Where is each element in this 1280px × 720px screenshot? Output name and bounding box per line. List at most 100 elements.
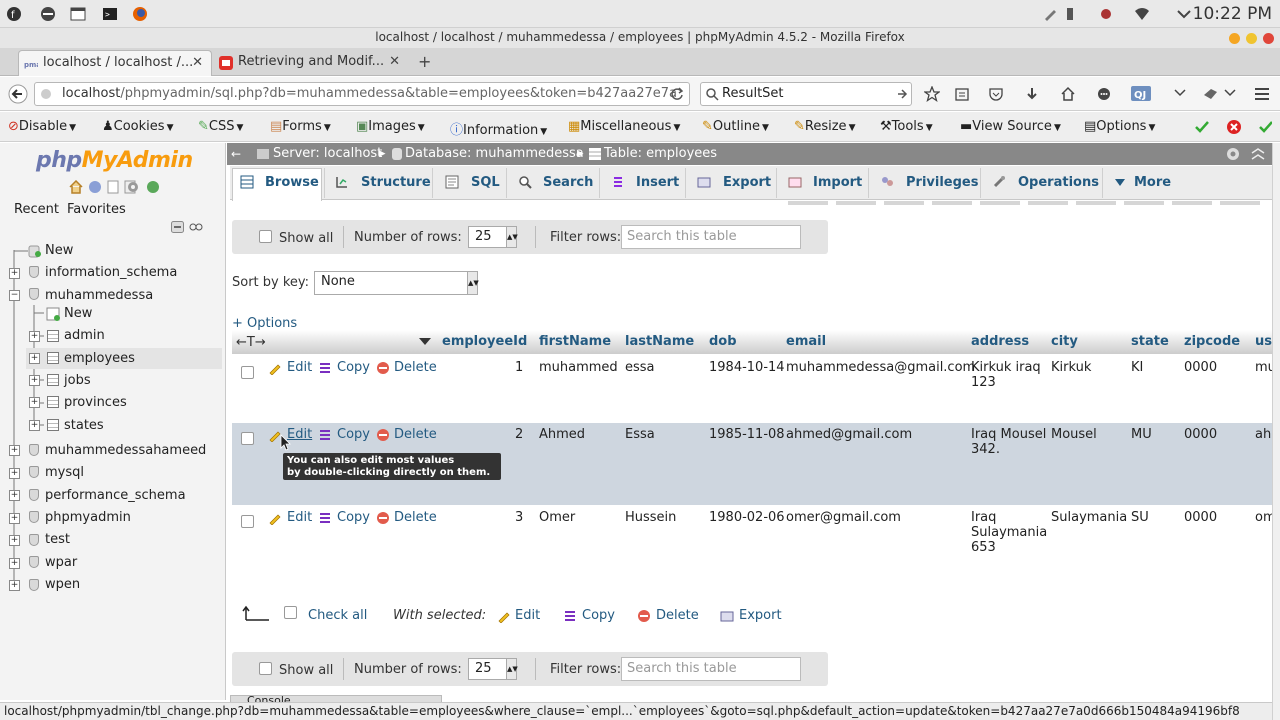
tree-table-jobs[interactable]: jobs — [64, 373, 91, 388]
chevron-down-icon[interactable] — [1176, 6, 1192, 22]
settings-gear-icon[interactable] — [1225, 146, 1241, 162]
breadcrumb-server[interactable]: Server: localhost — [273, 143, 382, 165]
collapse-all-icon[interactable] — [171, 221, 185, 233]
tab-more[interactable]: More — [1134, 175, 1171, 190]
tab-structure[interactable]: Structure — [361, 175, 431, 190]
maximize-button[interactable] — [1246, 33, 1257, 44]
search-input[interactable]: ResultSet — [722, 86, 784, 101]
back-icon[interactable] — [8, 84, 28, 104]
tree-db-muhammedessahameed[interactable]: muhammedessahameed — [45, 443, 206, 458]
expand-icon[interactable]: + — [9, 268, 20, 279]
new-table-icon[interactable] — [46, 307, 60, 321]
link-with-main-icon[interactable] — [189, 223, 203, 231]
reload-icon[interactable] — [670, 87, 684, 101]
record-icon[interactable] — [1098, 6, 1114, 22]
filter-rows-input[interactable]: Search this table — [621, 225, 801, 249]
rows-select[interactable]: 25 ▲▼ — [468, 658, 518, 680]
rows-select[interactable]: 25 ▲▼ — [468, 226, 518, 248]
firefox-icon[interactable] — [132, 6, 148, 22]
wd-options-menu[interactable]: ▤Options ▼ — [1084, 119, 1155, 134]
breadcrumb-table[interactable]: Table: employees — [604, 143, 717, 165]
tab-operations[interactable]: Operations — [1018, 175, 1099, 190]
browser-launcher-icon[interactable] — [40, 6, 56, 22]
pen-icon[interactable] — [1042, 6, 1058, 22]
expand-icon[interactable]: + — [9, 580, 20, 591]
col-dob[interactable]: dob — [709, 334, 737, 349]
new-database-icon[interactable] — [28, 244, 42, 258]
expand-icon[interactable]: + — [9, 445, 20, 456]
col-employeeid[interactable]: employeeId — [442, 334, 527, 349]
expand-icon[interactable]: + — [29, 331, 40, 342]
column-arrows-icon[interactable]: ←T→ — [236, 335, 266, 350]
collapse-icon[interactable]: − — [9, 290, 20, 301]
recent-tab[interactable]: Recent — [14, 202, 59, 217]
favorites-tab[interactable]: Favorites — [67, 202, 126, 217]
wd-images-menu[interactable]: ▣Images ▼ — [356, 119, 425, 134]
check-icon[interactable] — [1194, 119, 1210, 135]
home-icon[interactable] — [1060, 86, 1076, 102]
expand-icon[interactable]: + — [9, 468, 20, 479]
row-delete-link[interactable]: Delete — [394, 510, 437, 525]
expand-icon[interactable]: + — [9, 513, 20, 524]
addon-chevron-icon[interactable] — [1224, 88, 1236, 98]
expand-icon[interactable]: + — [9, 490, 20, 501]
breadcrumb-database[interactable]: Database: muhammedessa — [405, 143, 584, 165]
extension-icon[interactable]: QJ — [1130, 85, 1152, 103]
bulk-edit-button[interactable]: Edit — [515, 608, 540, 623]
new-tab-button[interactable]: + — [418, 52, 431, 71]
show-all-checkbox[interactable] — [259, 662, 272, 675]
tab-retrieving[interactable]: Retrieving and Modif... ✕ — [214, 50, 408, 76]
validate-icon[interactable] — [1258, 119, 1272, 135]
tab-sql[interactable]: SQL — [471, 175, 500, 190]
col-lastname[interactable]: lastName — [625, 334, 694, 349]
docs-icon[interactable] — [107, 180, 119, 194]
expand-icon[interactable]: + — [9, 535, 20, 546]
close-tab-icon[interactable]: ✕ — [389, 50, 400, 74]
tab-insert[interactable]: Insert — [636, 175, 679, 190]
row-checkbox[interactable] — [241, 515, 254, 528]
tree-new-database[interactable]: New — [45, 243, 73, 258]
logout-icon[interactable] — [88, 180, 102, 194]
col-us[interactable]: us — [1255, 334, 1272, 349]
col-firstname[interactable]: firstName — [539, 334, 611, 349]
row-edit-link[interactable]: Edit — [287, 360, 312, 375]
error-icon[interactable] — [1226, 119, 1242, 135]
tree-table-employees[interactable]: employees — [64, 351, 135, 366]
pocket-icon[interactable] — [988, 86, 1004, 102]
check-all-checkbox[interactable] — [284, 606, 297, 619]
row-checkbox[interactable] — [241, 366, 254, 379]
row-delete-link[interactable]: Delete — [394, 427, 437, 442]
app-launcher-icon[interactable]: f — [6, 6, 22, 22]
wd-disable-menu[interactable]: ⊘Disable ▼ — [8, 119, 76, 134]
filter-rows-input[interactable]: Search this table — [621, 657, 801, 681]
col-state[interactable]: state — [1131, 334, 1169, 349]
expand-icon[interactable]: + — [29, 420, 40, 431]
tree-db-mysql[interactable]: mysql — [45, 465, 84, 480]
options-toggle[interactable]: + Options — [232, 316, 297, 331]
tree-table-provinces[interactable]: provinces — [64, 395, 127, 410]
expand-icon[interactable]: + — [29, 375, 40, 386]
home-icon[interactable] — [69, 180, 83, 194]
site-info-icon[interactable] — [40, 88, 52, 100]
tree-new-table[interactable]: New — [64, 306, 92, 321]
download-icon[interactable] — [1024, 86, 1040, 102]
bookmark-star-icon[interactable] — [924, 86, 940, 102]
tree-table-states[interactable]: states — [64, 418, 104, 433]
reading-list-icon[interactable] — [954, 86, 970, 102]
chat-icon[interactable] — [1096, 86, 1112, 102]
col-city[interactable]: city — [1051, 334, 1078, 349]
tab-search[interactable]: Search — [543, 175, 593, 190]
wd-view-source-menu[interactable]: ▬View Source ▼ — [960, 119, 1061, 134]
fullscreen-icon[interactable] — [1251, 148, 1265, 160]
close-tab-icon[interactable]: ✕ — [192, 51, 203, 75]
window-icon[interactable] — [70, 6, 86, 22]
menu-icon[interactable] — [1254, 86, 1270, 102]
bulk-export-button[interactable]: Export — [739, 608, 782, 623]
row-delete-link[interactable]: Delete — [394, 360, 437, 375]
bulk-copy-button[interactable]: Copy — [582, 608, 615, 623]
column-visibility-icon[interactable] — [419, 338, 431, 346]
close-window-button[interactable] — [1263, 33, 1274, 44]
search-go-icon[interactable] — [896, 87, 908, 101]
url-text[interactable]: localhost/phpmyadmin/sql.php?db=muhammed… — [62, 86, 677, 101]
row-copy-link[interactable]: Copy — [337, 510, 370, 525]
